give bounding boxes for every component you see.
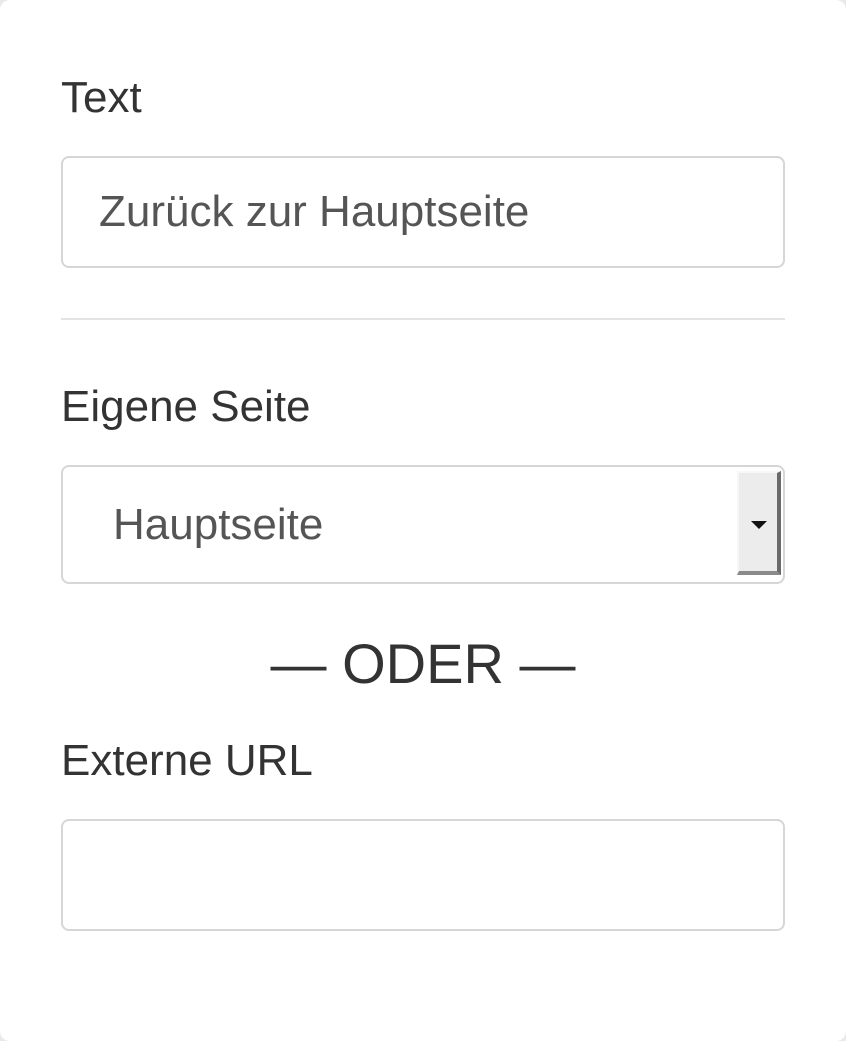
or-separator: — ODER — xyxy=(270,632,576,695)
chevron-down-icon xyxy=(751,521,767,529)
text-label: Text xyxy=(61,73,142,122)
page-select[interactable]: Hauptseite xyxy=(61,465,785,584)
page-select-value: Hauptseite xyxy=(113,500,324,549)
url-label: Externe URL xyxy=(61,736,313,785)
link-editor-panel: Text Eigene Seite Hauptseite — ODER — Ex… xyxy=(0,0,846,1041)
text-input[interactable] xyxy=(61,156,785,268)
section-divider xyxy=(61,318,785,320)
page-label: Eigene Seite xyxy=(61,382,311,431)
url-input[interactable] xyxy=(61,819,785,931)
dropdown-arrow-button[interactable] xyxy=(737,471,781,575)
